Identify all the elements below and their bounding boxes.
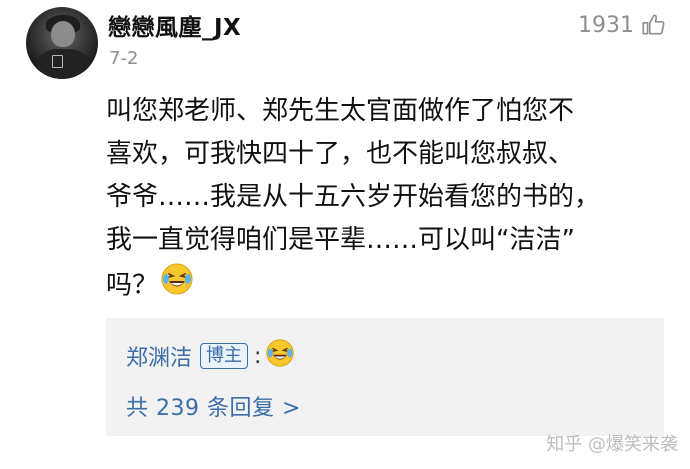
comment-line-4: 我一直觉得咱们是平辈……可以叫“洁洁” xyxy=(106,225,575,255)
like-button[interactable]: 1931 xyxy=(578,12,666,38)
view-all-replies-link[interactable]: 共 239 条回复 > xyxy=(126,390,301,422)
laugh-cry-emoji-icon xyxy=(265,338,295,374)
comment-line-2: 喜欢，可我快四十了，也不能叫您叔叔、 xyxy=(106,139,575,169)
avatar-mark xyxy=(52,55,63,68)
reply-author[interactable]: 郑渊洁 xyxy=(126,340,192,372)
comment-date: 7-2 xyxy=(109,48,139,69)
comment-line-1: 叫您郑老师、郑先生太官面做作了怕您不 xyxy=(106,96,575,126)
reply-row: 郑渊洁 博主 : xyxy=(126,338,295,374)
laugh-cry-emoji-icon xyxy=(160,262,194,310)
comment-line-3: 爷爷……我是从十五六岁开始看您的书的， xyxy=(106,182,601,212)
reply-preview[interactable]: 郑渊洁 博主 : 共 239 条回复 > xyxy=(106,318,664,436)
comment-line-5: 吗？ xyxy=(106,270,159,301)
author-badge: 博主 xyxy=(200,343,249,369)
avatar-body xyxy=(36,49,90,79)
thumbs-up-icon xyxy=(640,12,666,38)
reply-colon: : xyxy=(254,343,262,369)
watermark: 知乎 @爆笑来袭 xyxy=(546,434,678,455)
username[interactable]: 戀戀風塵_JX xyxy=(108,8,241,42)
like-count: 1931 xyxy=(578,12,634,38)
comment-body: 叫您郑老师、郑先生太官面做作了怕您不 喜欢，可我快四十了，也不能叫您叔叔、 爷爷… xyxy=(106,90,676,310)
user-avatar[interactable] xyxy=(26,7,98,79)
avatar-head xyxy=(51,21,75,47)
